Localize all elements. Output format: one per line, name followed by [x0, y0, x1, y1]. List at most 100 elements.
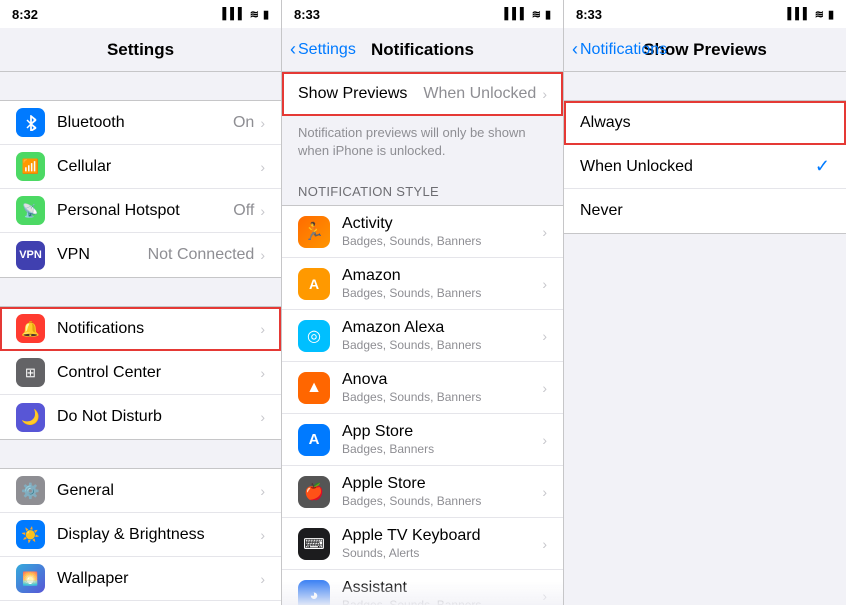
notification-style-header: NOTIFICATION STYLE: [282, 168, 563, 205]
show-previews-back-button[interactable]: ‹ Notifications: [572, 39, 667, 60]
notifications-back-button[interactable]: ‹ Settings: [290, 39, 356, 60]
notifications-row[interactable]: 🔔 Notifications ›: [0, 307, 281, 351]
amazon-chevron: ›: [542, 276, 547, 292]
apple-tv-chevron: ›: [542, 536, 547, 552]
app-store-info: App Store Badges, Banners: [342, 423, 542, 456]
option-never[interactable]: Never: [564, 189, 846, 233]
option-when-unlocked[interactable]: When Unlocked ✓: [564, 145, 846, 189]
status-icons-1: ▌▌▌ ≋ ▮: [222, 8, 269, 21]
wallpaper-row[interactable]: 🌅 Wallpaper ›: [0, 557, 281, 601]
app-row-apple-tv[interactable]: ⌨ Apple TV Keyboard Sounds, Alerts ›: [282, 518, 563, 570]
show-previews-label: Show Previews: [298, 85, 423, 103]
vpn-value: Not Connected: [148, 246, 255, 264]
bluetooth-icon: [16, 108, 45, 137]
wifi-icon: ≋: [250, 8, 259, 21]
amazon-sub: Badges, Sounds, Banners: [342, 286, 542, 300]
notifications-chevron: ›: [260, 321, 265, 337]
show-previews-nav-bar: ‹ Notifications Show Previews: [564, 28, 846, 72]
app-row-assistant[interactable]: ◕ Assistant Badges, Sounds, Banners ›: [282, 570, 563, 605]
show-previews-value: When Unlocked: [423, 85, 536, 103]
display-chevron: ›: [260, 527, 265, 543]
signal-icon-3: ▌▌▌: [787, 8, 810, 20]
signal-icon: ▌▌▌: [222, 8, 245, 20]
display-label: Display & Brightness: [57, 526, 260, 544]
app-row-activity[interactable]: 🏃 Activity Badges, Sounds, Banners ›: [282, 206, 563, 258]
wallpaper-icon: 🌅: [16, 564, 45, 593]
time-3: 8:33: [576, 7, 602, 22]
notifications-nav-bar: ‹ Settings Notifications: [282, 28, 563, 72]
when-unlocked-label: When Unlocked: [580, 158, 815, 176]
amazon-name: Amazon: [342, 267, 542, 285]
apple-tv-name: Apple TV Keyboard: [342, 527, 542, 545]
bluetooth-value: On: [233, 114, 254, 132]
alexa-chevron: ›: [542, 328, 547, 344]
settings-panel: 8:32 ▌▌▌ ≋ ▮ Settings: [0, 0, 282, 605]
option-always[interactable]: Always: [564, 101, 846, 145]
amazon-icon: A: [298, 268, 330, 300]
time-2: 8:33: [294, 7, 320, 22]
wallpaper-chevron: ›: [260, 571, 265, 587]
hotspot-row[interactable]: 📡 Personal Hotspot Off ›: [0, 189, 281, 233]
show-previews-back-label: Notifications: [580, 41, 667, 59]
alexa-info: Amazon Alexa Badges, Sounds, Banners: [342, 319, 542, 352]
notifications-panel: 8:33 ▌▌▌ ≋ ▮ ‹ Settings Notifications Sh…: [282, 0, 564, 605]
app-row-anova[interactable]: ▲ Anova Badges, Sounds, Banners ›: [282, 362, 563, 414]
amazon-info: Amazon Badges, Sounds, Banners: [342, 267, 542, 300]
show-previews-row[interactable]: Show Previews When Unlocked ›: [282, 72, 563, 116]
vpn-row[interactable]: VPN VPN Not Connected ›: [0, 233, 281, 277]
control-center-row[interactable]: ⊞ Control Center ›: [0, 351, 281, 395]
anova-info: Anova Badges, Sounds, Banners: [342, 371, 542, 404]
bluetooth-row[interactable]: Bluetooth On ›: [0, 101, 281, 145]
hotspot-chevron: ›: [260, 203, 265, 219]
back-chevron-icon: ‹: [290, 39, 296, 60]
apple-store-chevron: ›: [542, 484, 547, 500]
hotspot-value: Off: [233, 202, 254, 220]
anova-name: Anova: [342, 371, 542, 389]
notifications-group: 🔔 Notifications › ⊞ Control Center › 🌙 D…: [0, 306, 281, 440]
bluetooth-label: Bluetooth: [57, 114, 233, 132]
activity-sub: Badges, Sounds, Banners: [342, 234, 542, 248]
show-previews-chevron: ›: [542, 86, 547, 102]
general-row[interactable]: ⚙️ General ›: [0, 469, 281, 513]
apple-store-sub: Badges, Sounds, Banners: [342, 494, 542, 508]
anova-sub: Badges, Sounds, Banners: [342, 390, 542, 404]
display-brightness-row[interactable]: ☀️ Display & Brightness ›: [0, 513, 281, 557]
cellular-chevron: ›: [260, 159, 265, 175]
activity-info: Activity Badges, Sounds, Banners: [342, 215, 542, 248]
apple-tv-icon: ⌨: [298, 528, 330, 560]
do-not-disturb-row[interactable]: 🌙 Do Not Disturb ›: [0, 395, 281, 439]
preview-description: Notification previews will only be shown…: [282, 116, 563, 168]
alexa-sub: Badges, Sounds, Banners: [342, 338, 542, 352]
cellular-row[interactable]: 📶 Cellular ›: [0, 145, 281, 189]
app-row-amazon[interactable]: A Amazon Badges, Sounds, Banners ›: [282, 258, 563, 310]
display-icon: ☀️: [16, 520, 45, 549]
assistant-name: Assistant: [342, 579, 542, 597]
general-label: General: [57, 482, 260, 500]
sounds-haptics-row[interactable]: 🔊 Sounds & Haptics ›: [0, 601, 281, 605]
app-row-apple-store[interactable]: 🍎 Apple Store Badges, Sounds, Banners ›: [282, 466, 563, 518]
do-not-disturb-chevron: ›: [260, 409, 265, 425]
app-row-app-store[interactable]: A App Store Badges, Banners ›: [282, 414, 563, 466]
bluetooth-chevron: ›: [260, 115, 265, 131]
app-group: 🏃 Activity Badges, Sounds, Banners › A A…: [282, 205, 563, 605]
anova-chevron: ›: [542, 380, 547, 396]
control-center-label: Control Center: [57, 364, 260, 382]
control-center-icon: ⊞: [16, 358, 45, 387]
apple-store-name: Apple Store: [342, 475, 542, 493]
wallpaper-label: Wallpaper: [57, 570, 260, 588]
app-row-amazon-alexa[interactable]: ◎ Amazon Alexa Badges, Sounds, Banners ›: [282, 310, 563, 362]
back-chevron-icon-3: ‹: [572, 39, 578, 60]
never-label: Never: [580, 202, 830, 220]
app-store-chevron: ›: [542, 432, 547, 448]
settings-nav-bar: Settings: [0, 28, 281, 72]
assistant-chevron: ›: [542, 588, 547, 604]
signal-icon-2: ▌▌▌: [504, 8, 527, 20]
hotspot-icon: 📡: [16, 196, 45, 225]
alexa-name: Amazon Alexa: [342, 319, 542, 337]
assistant-sub: Badges, Sounds, Banners: [342, 598, 542, 605]
notifications-icon: 🔔: [16, 314, 45, 343]
wifi-icon-3: ≋: [815, 8, 824, 21]
activity-chevron: ›: [542, 224, 547, 240]
control-center-chevron: ›: [260, 365, 265, 381]
network-group: Bluetooth On › 📶 Cellular › 📡 Personal H…: [0, 100, 281, 278]
